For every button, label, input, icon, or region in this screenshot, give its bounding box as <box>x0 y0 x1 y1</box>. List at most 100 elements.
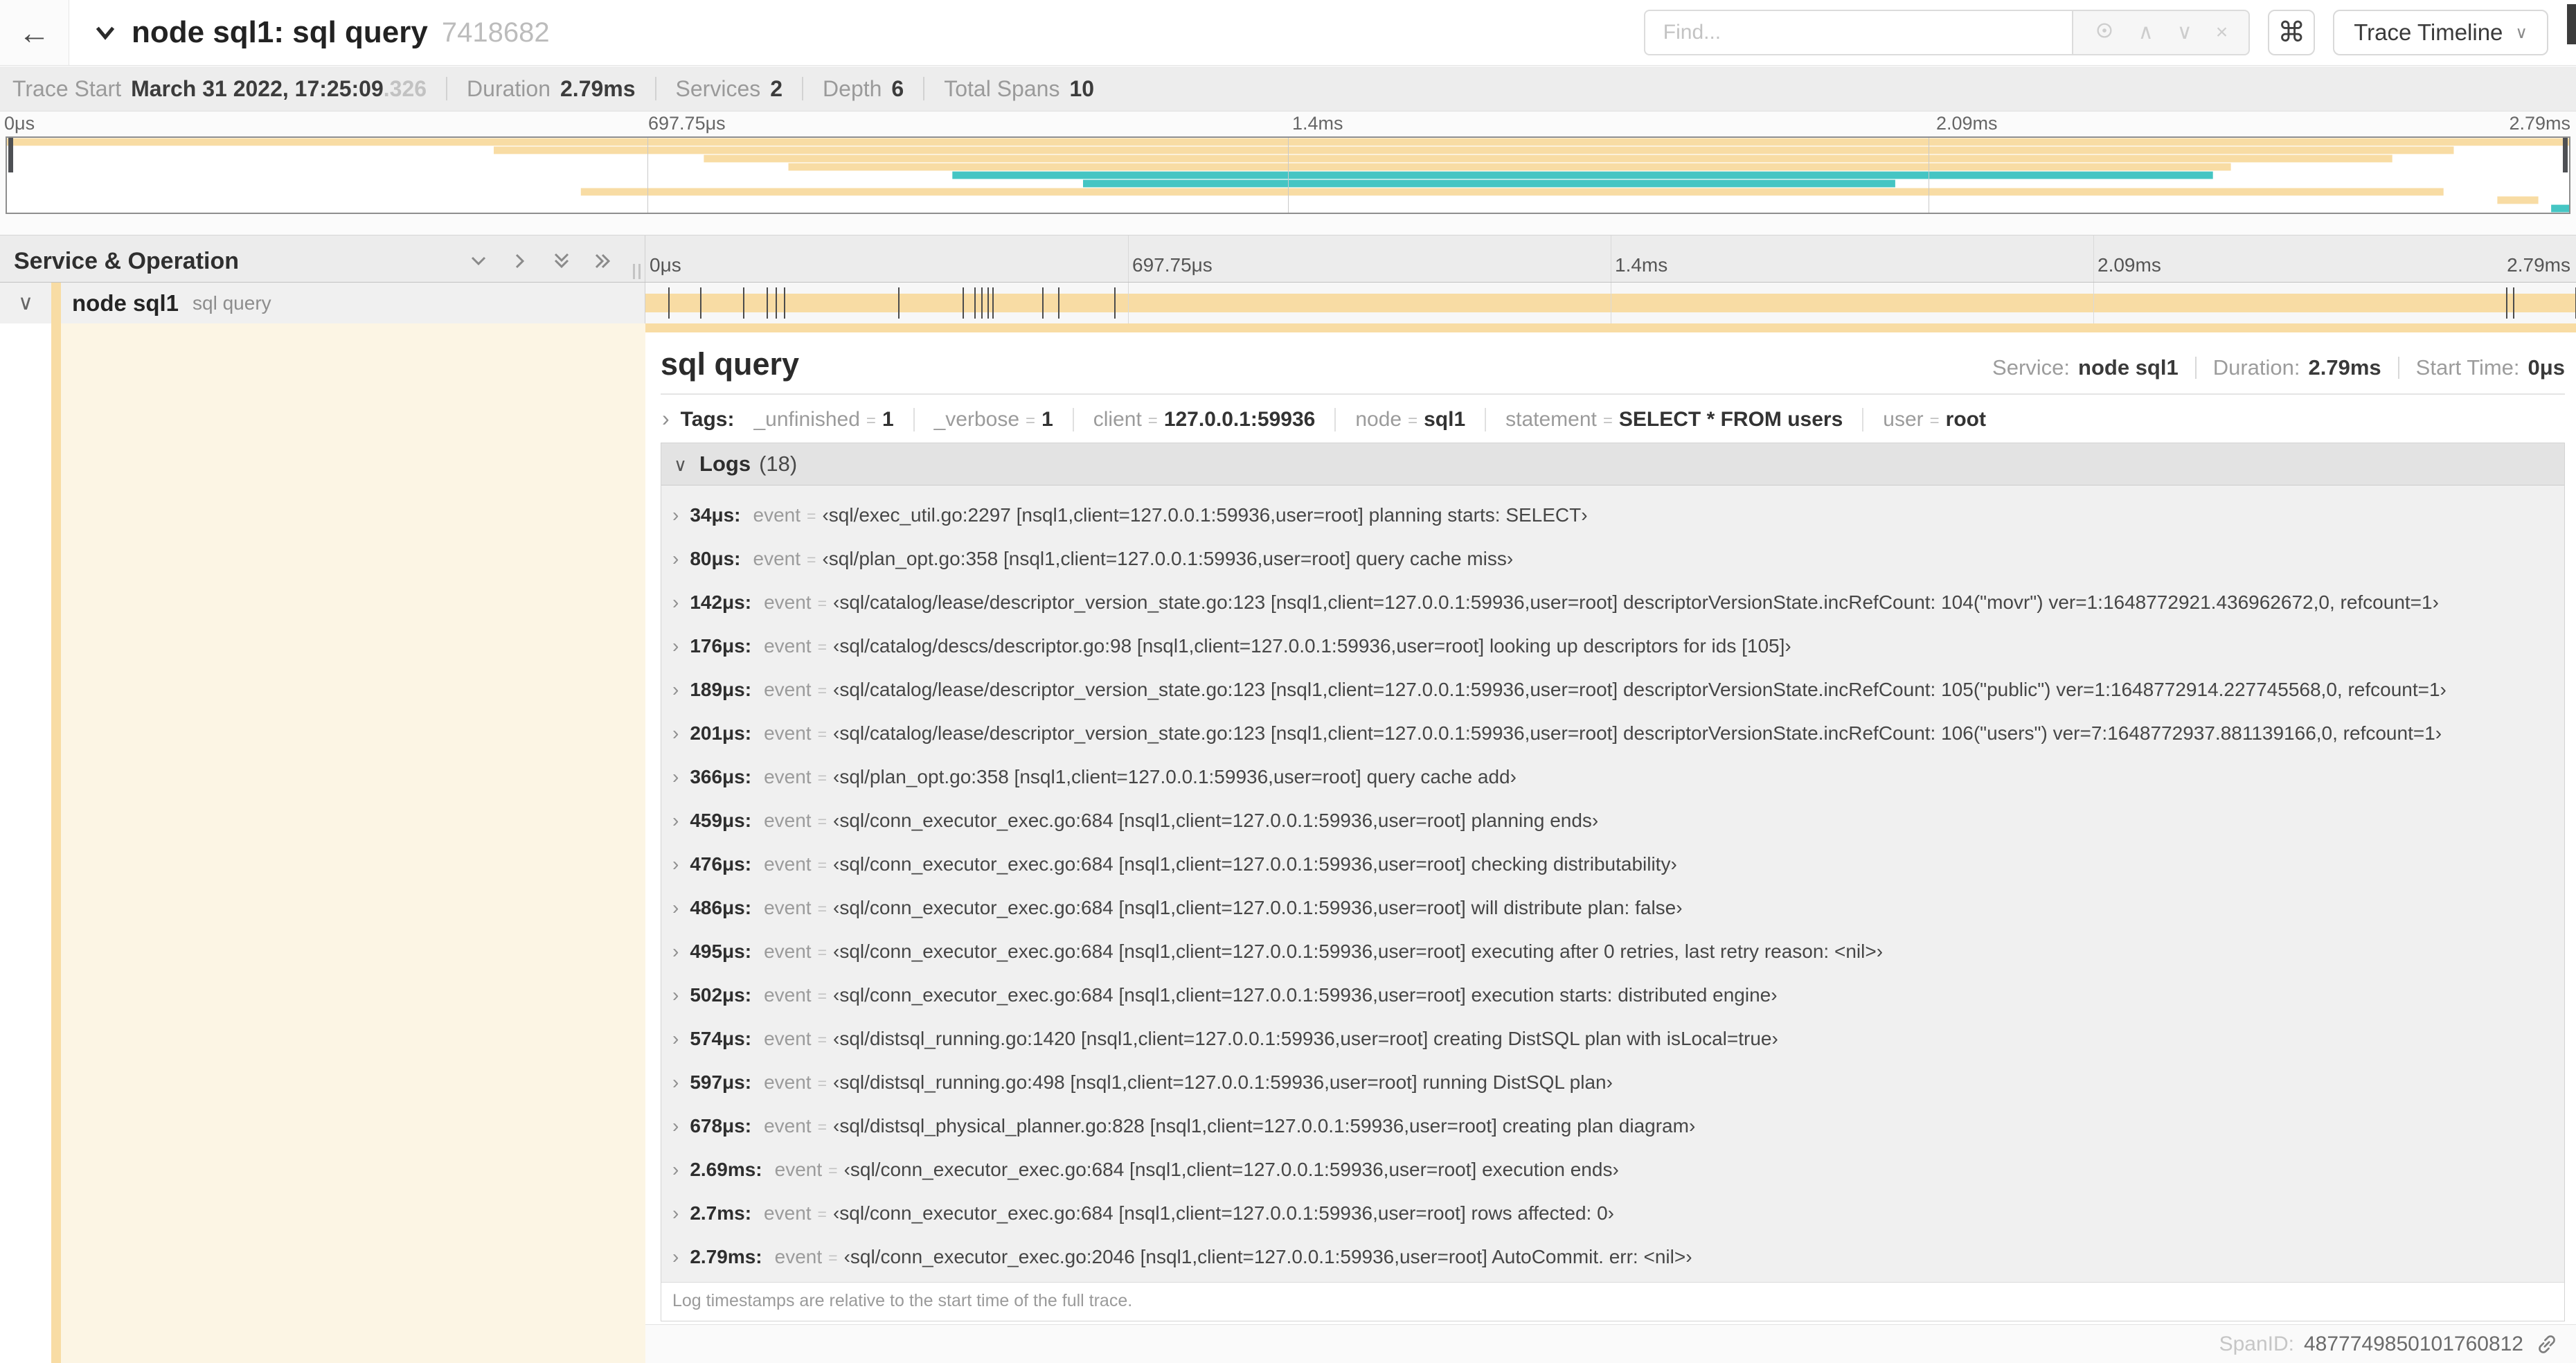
find-input[interactable] <box>1643 10 2073 55</box>
log-tick <box>2506 287 2508 319</box>
log-timestamp: 2.79ms: <box>690 1246 762 1267</box>
focus-target-icon[interactable] <box>2094 20 2115 45</box>
minimap-span <box>2551 204 2569 213</box>
equals-sign: = <box>807 507 816 525</box>
log-row[interactable]: › 574μs: event = ‹sql/distsql_running.go:142… <box>661 1017 2564 1061</box>
trace-view-dropdown[interactable]: Trace Timeline ∨ <box>2333 10 2548 55</box>
span-service-name: node sql1 <box>72 289 179 316</box>
clear-find-icon[interactable]: × <box>2216 22 2228 43</box>
log-field-value: ‹sql/conn_executor_exec.go:684 [nsql1,cl… <box>833 941 1884 962</box>
log-row[interactable]: › 597μs: event = ‹sql/distsql_running.go:498… <box>661 1061 2564 1105</box>
expand-one-icon[interactable] <box>509 250 531 272</box>
logs-list: › 34μs: event = ‹sql/exec_util.go:2297 [nsql… <box>661 485 2564 1282</box>
log-row[interactable]: › 366μs: event = ‹sql/plan_opt.go:358 [nsql1… <box>661 756 2564 799</box>
equals-sign: = <box>817 725 828 743</box>
log-field-key: event <box>764 766 812 787</box>
log-timestamp: 80μs: <box>690 548 741 569</box>
chevron-right-icon: › <box>672 679 679 700</box>
minimap-axis: 0μs 697.75μs 1.4ms 2.09ms 2.79ms <box>0 112 2576 136</box>
tag-key: _unfinished <box>753 408 860 431</box>
meta-divider <box>2194 357 2197 379</box>
log-row[interactable]: › 486μs: event = ‹sql/conn_executor_exec.go:… <box>661 887 2564 930</box>
prev-match-icon[interactable]: ∧ <box>2138 22 2154 43</box>
equals-sign: = <box>817 856 828 874</box>
log-tick <box>974 287 976 319</box>
collapse-span-icon[interactable]: ∨ <box>0 291 51 315</box>
collapse-one-icon[interactable] <box>467 250 490 272</box>
back-button[interactable]: ← <box>0 0 69 65</box>
chevron-right-icon: › <box>672 1246 679 1267</box>
log-row[interactable]: › 176μs: event = ‹sql/catalog/descs/descript… <box>661 625 2564 668</box>
log-row[interactable]: › 495μs: event = ‹sql/conn_executor_exec.go:… <box>661 930 2564 974</box>
log-row[interactable]: › 2.69ms: event = ‹sql/conn_executor_exec.go… <box>661 1148 2564 1192</box>
detail-top-strip <box>645 323 2576 332</box>
tag-item[interactable]: user = root <box>1862 408 2005 431</box>
tag-item[interactable]: _verbose = 1 <box>913 408 1073 431</box>
log-field-value: ‹sql/distsql_running.go:1420 [nsql1,clie… <box>833 1028 1778 1049</box>
minimap-span <box>788 163 2231 171</box>
service-operation-header: Service & Operation <box>0 235 645 282</box>
log-timestamp: 486μs: <box>690 897 752 918</box>
log-tick <box>766 287 768 319</box>
span-id-bar: SpanID: 4877749850101760812 <box>645 1324 2576 1363</box>
span-id-value: 4877749850101760812 <box>2303 1332 2523 1355</box>
chevron-right-icon: › <box>672 766 679 787</box>
log-row[interactable]: › 459μs: event = ‹sql/conn_executor_exec.go:… <box>661 799 2564 843</box>
log-field-key: event <box>774 1159 823 1180</box>
next-match-icon[interactable]: ∨ <box>2177 22 2192 43</box>
log-row[interactable]: › 34μs: event = ‹sql/exec_util.go:2297 [nsql… <box>661 494 2564 537</box>
equals-sign: = <box>817 943 828 961</box>
log-timestamp: 2.69ms: <box>690 1159 762 1180</box>
equals-sign: = <box>817 1205 827 1223</box>
log-timestamp: 176μs: <box>690 635 752 657</box>
log-row[interactable]: › 80μs: event = ‹sql/plan_opt.go:358 [nsql1,… <box>661 537 2564 581</box>
top-bar: ← node sql1: sql query 7418682 ∧ ∨ × <box>0 0 2576 66</box>
column-resizer-handle[interactable] <box>633 264 641 279</box>
chevron-right-icon: › <box>672 548 679 569</box>
equals-sign: = <box>828 1249 838 1267</box>
equals-sign: = <box>1602 411 1613 430</box>
info-divider <box>923 77 925 100</box>
page-title: node sql1: sql query <box>132 15 428 49</box>
collapse-all-icon[interactable] <box>551 250 573 272</box>
log-row[interactable]: › 502μs: event = ‹sql/conn_executor_exec.go:… <box>661 974 2564 1017</box>
viewport-left-handle[interactable] <box>8 138 13 172</box>
viewport-right-handle[interactable] <box>2563 138 2568 172</box>
logs-header[interactable]: ∨ Logs (18) <box>661 443 2564 485</box>
trace-info-item: Total Spans 10 <box>944 76 1094 102</box>
log-field-key: event <box>764 722 812 744</box>
keyboard-shortcuts-button[interactable]: ⌘ <box>2268 10 2316 55</box>
deep-link-icon[interactable] <box>2534 1332 2559 1357</box>
tags-accordion[interactable]: › Tags: _unfinished = 1 _verbose = 1 client = 12… <box>661 395 2565 440</box>
detail-operation-title: sql query <box>661 346 800 382</box>
log-row[interactable]: › 678μs: event = ‹sql/distsql_physical_plann… <box>661 1105 2564 1148</box>
log-field-value: ‹sql/catalog/descs/descriptor.go:98 [nsq… <box>833 635 1791 657</box>
trace-title-area[interactable]: node sql1: sql query 7418682 <box>93 15 1644 50</box>
log-field-value: ‹sql/plan_opt.go:358 [nsql1,client=127.0… <box>822 548 1514 569</box>
equals-sign: = <box>817 1118 828 1136</box>
log-row[interactable]: › 142μs: event = ‹sql/catalog/lease/descript… <box>661 581 2564 625</box>
log-row[interactable]: › 2.7ms: event = ‹sql/conn_executor_exec.go:… <box>661 1192 2564 1236</box>
minimap-canvas[interactable] <box>6 136 2570 214</box>
log-field-value: ‹sql/conn_executor_exec.go:2046 [nsql1,c… <box>843 1246 1692 1267</box>
tag-key: statement <box>1505 408 1597 431</box>
log-row[interactable]: › 201μs: event = ‹sql/catalog/lease/descript… <box>661 712 2564 756</box>
log-field-value: ‹sql/distsql_running.go:498 [nsql1,clien… <box>833 1071 1613 1093</box>
equals-sign: = <box>828 1161 838 1179</box>
tag-key: client <box>1093 408 1142 431</box>
expand-all-icon[interactable] <box>592 250 614 272</box>
span-name-cell[interactable]: ∨ node sql1 sql query <box>0 283 645 323</box>
find-controls: ∧ ∨ × <box>2073 10 2251 55</box>
log-tick <box>981 287 983 319</box>
equals-sign: = <box>817 900 828 918</box>
tag-item[interactable]: _unfinished = 1 <box>753 408 913 431</box>
equals-sign: = <box>817 682 828 700</box>
log-field-key: event <box>774 1246 823 1267</box>
log-row[interactable]: › 189μs: event = ‹sql/catalog/lease/descript… <box>661 668 2564 712</box>
tag-item[interactable]: statement = SELECT * FROM users <box>1485 408 1862 431</box>
log-row[interactable]: › 476μs: event = ‹sql/conn_executor_exec.go:… <box>661 843 2564 887</box>
log-row[interactable]: › 2.79ms: event = ‹sql/conn_executor_exec.go… <box>661 1236 2564 1279</box>
tag-item[interactable]: node = sql1 <box>1334 408 1485 431</box>
tag-item[interactable]: client = 127.0.0.1:59936 <box>1072 408 1335 431</box>
log-field-value: ‹sql/conn_executor_exec.go:684 [nsql1,cl… <box>833 984 1778 1006</box>
